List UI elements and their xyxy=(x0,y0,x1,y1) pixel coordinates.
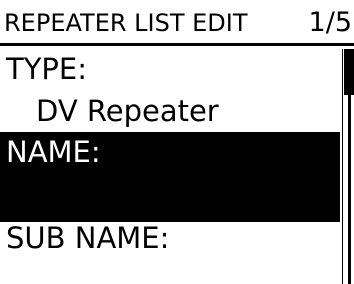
header-bar: REPEATER LIST EDIT 1/5 xyxy=(0,0,354,46)
scrollbar-line xyxy=(348,95,351,284)
page-indicator: 1/5 xyxy=(308,7,352,38)
screen-title: REPEATER LIST EDIT xyxy=(4,9,248,37)
type-value[interactable]: DV Repeater xyxy=(0,92,340,132)
name-label[interactable]: NAME: xyxy=(0,132,340,176)
name-value[interactable] xyxy=(0,176,340,222)
sub-name-value[interactable] xyxy=(0,262,340,284)
sub-name-label[interactable]: SUB NAME: xyxy=(0,218,340,262)
scrollbar-thumb[interactable] xyxy=(344,49,354,95)
type-label[interactable]: TYPE: xyxy=(0,50,340,92)
repeater-list-edit-screen: REPEATER LIST EDIT 1/5 TYPE: DV Repeater… xyxy=(0,0,354,284)
